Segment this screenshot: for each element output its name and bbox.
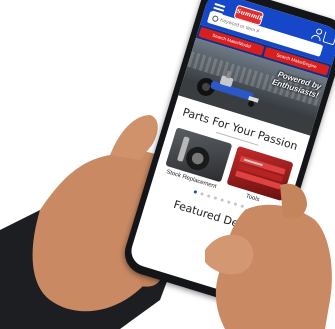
photo-scene: Summit Search Make/Model Search Make/Eng…: [0, 0, 335, 329]
search-icon[interactable]: [211, 14, 220, 23]
cart-icon[interactable]: [322, 31, 335, 46]
right-hand: [205, 183, 332, 329]
